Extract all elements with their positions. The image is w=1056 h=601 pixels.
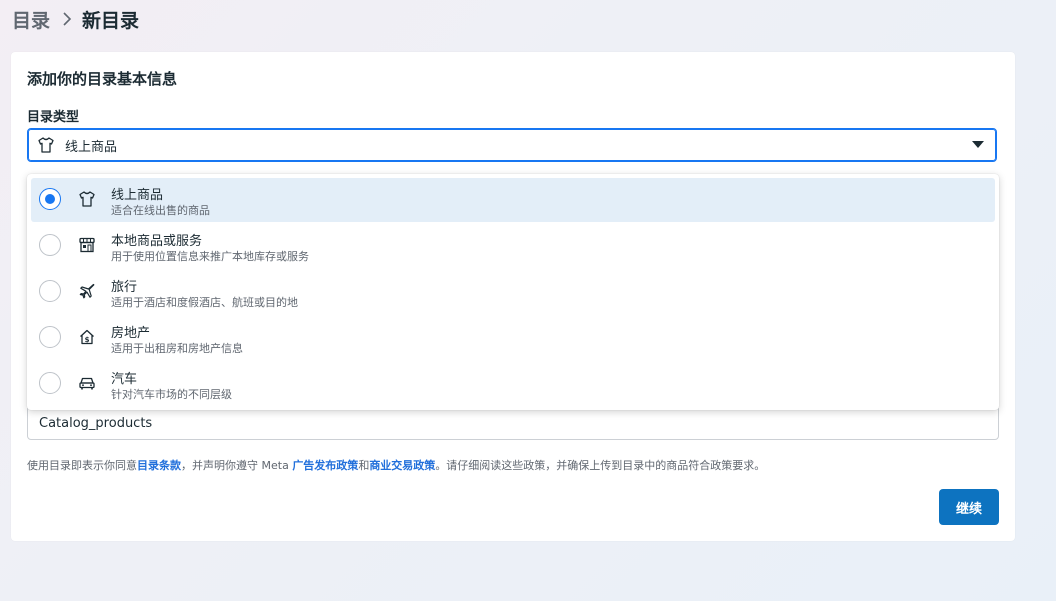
policy-notice: 使用目录即表示你同意目录条款，并声明你遵守 Meta 广告发布政策和商业交易政策…: [27, 457, 765, 473]
radio-button[interactable]: [39, 280, 61, 302]
card-title: 添加你的目录基本信息: [27, 70, 178, 88]
option-real-estate[interactable]: $ 房地产 适用于出租房和房地产信息: [31, 316, 995, 360]
option-online-products[interactable]: 线上商品 适合在线出售的商品: [31, 178, 995, 222]
ad-policy-link[interactable]: 广告发布政策: [292, 459, 358, 472]
breadcrumb-current: 新目录: [82, 9, 140, 32]
store-icon: [79, 237, 95, 253]
catalog-type-dropdown: 线上商品 适合在线出售的商品 本地商品或服务 用于使用位置信息来推广本地库存或服…: [27, 174, 999, 410]
option-travel[interactable]: 旅行 适用于酒店和度假酒店、航班或目的地: [31, 270, 995, 314]
option-local-products[interactable]: 本地商品或服务 用于使用位置信息来推广本地库存或服务: [31, 224, 995, 268]
policy-text: ，并声明你遵守 Meta: [181, 459, 293, 472]
option-description: 针对汽车市场的不同层级: [111, 388, 232, 401]
policy-text: 和: [358, 459, 370, 472]
option-automotive[interactable]: 汽车 针对汽车市场的不同层级: [31, 362, 995, 406]
option-title: 汽车: [111, 372, 138, 387]
radio-button[interactable]: [39, 372, 61, 394]
airplane-icon: [79, 283, 95, 299]
breadcrumb-root[interactable]: 目录: [12, 6, 50, 33]
policy-text: 使用目录即表示你同意: [27, 459, 137, 472]
house-dollar-icon: $: [80, 329, 94, 345]
tshirt-icon: [79, 191, 95, 207]
policy-text: 。请仔细阅读这些政策，并确保上传到目录中的商品符合政策要求。: [435, 459, 766, 472]
catalog-terms-link[interactable]: 目录条款: [137, 459, 181, 472]
breadcrumb: 目录 新目录: [12, 6, 139, 32]
option-title: 线上商品: [111, 188, 164, 203]
continue-button[interactable]: 继续: [939, 489, 999, 525]
option-description: 适用于出租房和房地产信息: [111, 342, 243, 355]
option-title: 本地商品或服务: [111, 234, 203, 249]
svg-text:$: $: [85, 336, 90, 344]
option-description: 用于使用位置信息来推广本地库存或服务: [111, 250, 309, 263]
radio-button[interactable]: [39, 234, 61, 256]
tshirt-icon: [38, 137, 54, 153]
car-icon: [79, 377, 95, 390]
radio-button[interactable]: [39, 326, 61, 348]
chevron-right-icon: [63, 12, 72, 26]
catalog-type-selected-value: 线上商品: [65, 139, 118, 155]
option-description: 适合在线出售的商品: [111, 204, 210, 217]
option-title: 旅行: [111, 280, 138, 295]
caret-down-icon: [972, 141, 984, 148]
option-title: 房地产: [111, 326, 151, 341]
commerce-policy-link[interactable]: 商业交易政策: [369, 459, 435, 472]
radio-button[interactable]: [39, 188, 61, 210]
catalog-type-select[interactable]: 线上商品: [27, 128, 997, 162]
option-description: 适用于酒店和度假酒店、航班或目的地: [111, 296, 298, 309]
catalog-type-label: 目录类型: [27, 110, 80, 125]
catalog-name-input[interactable]: Catalog_products: [27, 406, 999, 440]
